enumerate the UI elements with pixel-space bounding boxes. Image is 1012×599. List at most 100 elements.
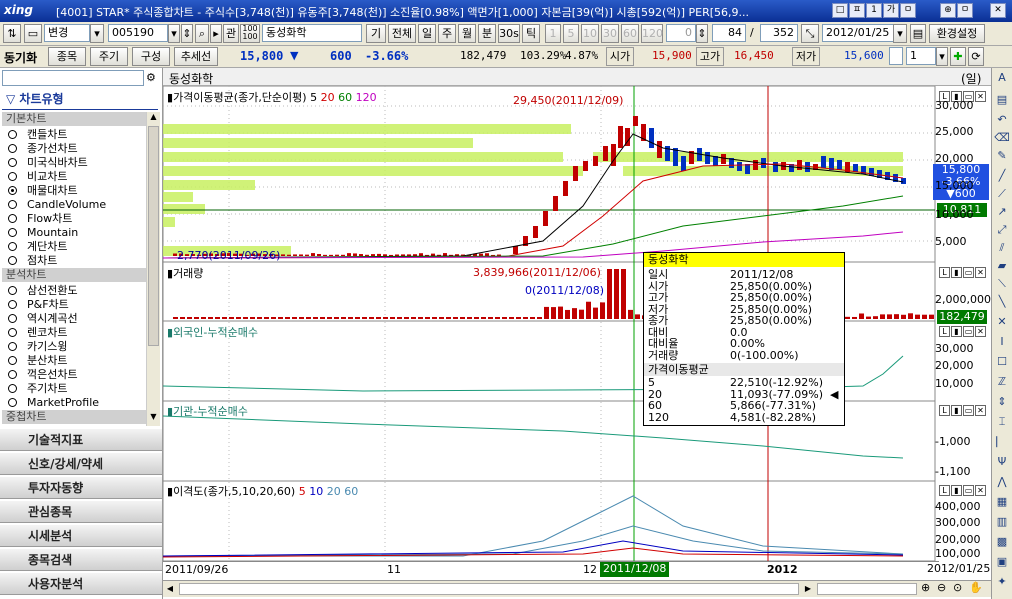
add-icon[interactable]: ✚ xyxy=(950,47,966,66)
window-button-4[interactable]: 가 xyxy=(883,3,899,18)
gear-icon[interactable]: ⚙ xyxy=(146,71,156,84)
horizontal-scrollbar[interactable]: ◀ ▶ ⊕ ⊖ ⊙ ✋ xyxy=(163,580,991,597)
save-icon[interactable]: ▤ xyxy=(910,24,926,43)
undo-tool-icon[interactable]: ↶ xyxy=(994,112,1010,128)
panel-control-icon[interactable]: L xyxy=(939,485,950,496)
arrow-line-tool-icon[interactable]: ↗ xyxy=(994,204,1010,220)
num-button-30[interactable]: 30 xyxy=(601,24,619,43)
move-button[interactable]: ⊕ xyxy=(940,3,956,18)
zoom-fit-icon[interactable]: ⊙ xyxy=(953,581,962,594)
analysis-type-radio[interactable]: 역시계곡선 xyxy=(8,312,156,326)
panel-control-icon[interactable]: ✕ xyxy=(975,485,986,496)
window-button-2[interactable]: ㅍ xyxy=(849,3,865,18)
num-button-120[interactable]: 120 xyxy=(641,24,663,43)
chart-type-radio[interactable]: 비교차트 xyxy=(8,170,156,184)
analysis-type-radio[interactable]: 꺽은선차트 xyxy=(8,368,156,382)
panel-control-icon[interactable]: ▮ xyxy=(951,405,962,416)
analysis-type-radio[interactable]: 카기스윙 xyxy=(8,340,156,354)
cycle-button[interactable]: 주기 xyxy=(90,47,128,66)
num-button-1[interactable]: 1 xyxy=(545,24,561,43)
analysis-type-radio[interactable]: 삼선전환도 xyxy=(8,284,156,298)
double-arrow-tool-icon[interactable]: ⇕ xyxy=(994,394,1010,410)
nav-button[interactable]: 기술적지표 xyxy=(0,428,162,451)
percent-icon[interactable]: 100 100 xyxy=(240,24,260,43)
period-button-all[interactable]: 전체 xyxy=(388,24,416,43)
nav-button[interactable]: 투자자동향 xyxy=(0,476,162,499)
chart-type-header[interactable]: ▽ 차트유형 xyxy=(6,90,64,107)
refresh-icon[interactable]: ⟳ xyxy=(968,47,984,66)
chart-svg[interactable] xyxy=(163,86,991,599)
scroll-left-icon[interactable]: ◀ xyxy=(163,582,177,596)
window-button-3[interactable]: 1 xyxy=(866,3,882,18)
period-button-month[interactable]: 월 xyxy=(458,24,476,43)
search-icon[interactable]: ⌕ xyxy=(195,24,209,43)
period-button-minute[interactable]: 분 xyxy=(478,24,496,43)
ray-tool-icon[interactable]: ⟋ xyxy=(994,186,1010,202)
watchlist-button[interactable]: 관 xyxy=(223,24,239,43)
date-dropdown-icon[interactable]: ▾ xyxy=(893,24,907,43)
analysis-type-radio[interactable]: 렌코차트 xyxy=(8,326,156,340)
mode-select[interactable]: 변경 xyxy=(44,24,90,42)
period-button-tick[interactable]: 틱 xyxy=(522,24,540,43)
zoom-slider[interactable] xyxy=(817,583,917,595)
stock-button[interactable]: 종목 xyxy=(48,47,86,66)
panel-control-icon[interactable]: ▭ xyxy=(963,267,974,278)
display-count-input[interactable]: 84 xyxy=(712,24,746,42)
chart-type-radio[interactable]: 미국식바차트 xyxy=(8,156,156,170)
panel-control-icon[interactable]: ✕ xyxy=(975,405,986,416)
monitor-icon[interactable]: ▭ xyxy=(24,24,42,43)
window-tool-icon[interactable]: ▤ xyxy=(994,92,1010,108)
chart-type-radio[interactable]: Flow차트 xyxy=(8,212,156,226)
chart-type-radio[interactable]: 매물대차트 xyxy=(8,184,156,198)
panel-search-input[interactable] xyxy=(2,70,144,86)
analysis-type-radio[interactable]: 분산차트 xyxy=(8,354,156,368)
chart-type-radio[interactable]: 계단차트 xyxy=(8,240,156,254)
diag-tool-icon[interactable]: ╲ xyxy=(994,294,1010,310)
checkbox-sync[interactable] xyxy=(889,47,903,65)
period-button-week[interactable]: 주 xyxy=(438,24,456,43)
panel-control-icon[interactable]: L xyxy=(939,267,950,278)
analysis-type-radio[interactable]: 주기차트 xyxy=(8,382,156,396)
zigzag-tool-icon[interactable]: ℤ xyxy=(994,374,1010,390)
chart-type-radio[interactable]: Mountain xyxy=(8,226,156,240)
pitchfork-tool-icon[interactable]: Ψ xyxy=(994,454,1010,470)
chart-type-radio[interactable]: 캔들차트 xyxy=(8,128,156,142)
num-button-5[interactable]: 5 xyxy=(563,24,579,43)
arrow-right-icon[interactable]: ▸ xyxy=(210,24,222,43)
vline-tool-icon[interactable]: ⎸ xyxy=(994,434,1010,450)
period-button-30s[interactable]: 30s xyxy=(498,24,520,43)
zoom-out-icon[interactable]: ⊖ xyxy=(937,581,946,594)
spin-dropdown-icon[interactable]: ▾ xyxy=(936,47,948,66)
minimize-button[interactable]: ㅁ xyxy=(957,3,973,18)
nav-button[interactable]: 사용자분석 xyxy=(0,572,162,595)
zoom-in-icon[interactable]: ⊕ xyxy=(921,581,930,594)
chart-type-radio[interactable]: 점차트 xyxy=(8,254,156,268)
chart-type-radio[interactable]: 종가선차트 xyxy=(8,142,156,156)
stats-tool-icon[interactable]: ▩ xyxy=(994,534,1010,550)
step-tool-icon[interactable]: ⌶ xyxy=(994,414,1010,430)
analysis-type-radio[interactable]: P&F차트 xyxy=(8,298,156,312)
eraser-tool-icon[interactable]: ⌫ xyxy=(994,130,1010,146)
cross-tool-icon[interactable]: ✕ xyxy=(994,314,1010,330)
line-tool-icon[interactable]: ╱ xyxy=(994,168,1010,184)
fan-tool-icon[interactable]: ⋀ xyxy=(994,474,1010,490)
compose-button[interactable]: 구성 xyxy=(132,47,170,66)
nav-button[interactable]: 관심종목 xyxy=(0,500,162,523)
scroll-thumb[interactable] xyxy=(148,126,159,346)
h-scroll-thumb[interactable] xyxy=(179,583,799,595)
stock-code-input[interactable]: 005190 xyxy=(108,24,168,42)
settings-button[interactable]: 환경설정 xyxy=(929,24,985,43)
nav-button[interactable]: 신호/강세/약세 xyxy=(0,452,162,475)
panel-control-icon[interactable]: ▭ xyxy=(963,326,974,337)
mode-dropdown-icon[interactable]: ▾ xyxy=(90,24,104,43)
star-tool-icon[interactable]: ✦ xyxy=(994,574,1010,590)
hand-icon[interactable]: ✋ xyxy=(969,581,983,594)
nav-button[interactable]: 시세분석 xyxy=(0,524,162,547)
panel-control-icon[interactable]: ▭ xyxy=(963,405,974,416)
scroll-right-icon[interactable]: ▶ xyxy=(801,582,815,596)
code-dropdown-icon[interactable]: ▾ xyxy=(168,24,180,43)
panel-control-icon[interactable]: ▮ xyxy=(951,267,962,278)
panel-control-icon[interactable]: ✕ xyxy=(975,326,986,337)
num-button-60[interactable]: 60 xyxy=(621,24,639,43)
window-button-1[interactable]: □ xyxy=(832,3,848,18)
